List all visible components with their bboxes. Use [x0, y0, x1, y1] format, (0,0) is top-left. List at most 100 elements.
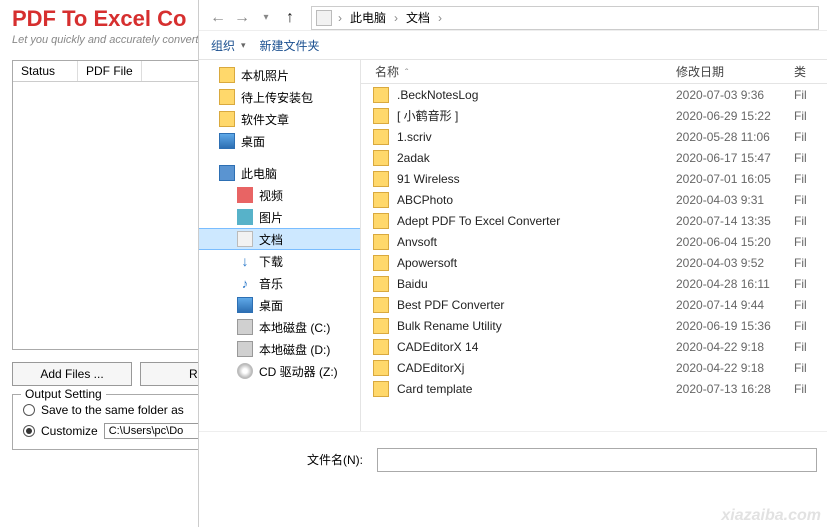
organize-button[interactable]: 组织 — [211, 37, 246, 54]
folder-icon — [373, 87, 389, 103]
breadcrumb-item-docs[interactable]: 文档 — [404, 9, 432, 26]
file-date: 2020-07-03 9:36 — [676, 88, 794, 102]
file-row[interactable]: Best PDF Converter2020-07-14 9:44Fil — [361, 294, 827, 315]
pc-icon — [219, 165, 235, 181]
file-date: 2020-04-28 16:11 — [676, 277, 794, 291]
file-row[interactable]: Apowersoft2020-04-03 9:52Fil — [361, 252, 827, 273]
nav-up-button[interactable]: ↑ — [279, 7, 301, 29]
col-header-type[interactable]: 类 — [794, 63, 827, 80]
file-name: CADEditorX 14 — [397, 340, 676, 354]
tree-item-label: 下载 — [259, 253, 283, 270]
file-row[interactable]: Bulk Rename Utility2020-06-19 15:36Fil — [361, 315, 827, 336]
folder-icon — [373, 234, 389, 250]
file-name: 1.scriv — [397, 130, 676, 144]
nav-recent-button[interactable]: ▾ — [255, 7, 277, 29]
breadcrumb-item-pc[interactable]: 此电脑 — [348, 9, 388, 26]
download-icon: ↓ — [237, 253, 253, 269]
file-type: Fil — [794, 151, 807, 165]
folder-icon — [373, 108, 389, 124]
file-row[interactable]: ABCPhoto2020-04-03 9:31Fil — [361, 189, 827, 210]
tree-item-label: CD 驱动器 (Z:) — [259, 363, 338, 380]
file-name: ABCPhoto — [397, 193, 676, 207]
disk-icon — [237, 341, 253, 357]
file-row[interactable]: Anvsoft2020-06-04 15:20Fil — [361, 231, 827, 252]
file-date: 2020-06-19 15:36 — [676, 319, 794, 333]
tree-item[interactable]: CD 驱动器 (Z:) — [199, 360, 360, 382]
file-date: 2020-06-29 15:22 — [676, 109, 794, 123]
tree-item-label: 音乐 — [259, 275, 283, 292]
tree-item[interactable]: 桌面 — [199, 130, 360, 152]
tree-item[interactable]: ↓ 下载 — [199, 250, 360, 272]
file-type: Fil — [794, 193, 807, 207]
tree-item[interactable]: 文档 — [199, 228, 360, 250]
folder-icon — [373, 381, 389, 397]
filename-label: 文件名(N): — [209, 451, 369, 468]
file-date: 2020-04-22 9:18 — [676, 340, 794, 354]
file-type: Fil — [794, 172, 807, 186]
tree-item[interactable]: 软件文章 — [199, 108, 360, 130]
chevron-right-icon[interactable]: › — [390, 11, 402, 25]
tree-item[interactable]: 视频 — [199, 184, 360, 206]
tree-item[interactable]: 图片 — [199, 206, 360, 228]
file-row[interactable]: [ 小鹤音形 ]2020-06-29 15:22Fil — [361, 105, 827, 126]
col-header-date[interactable]: 修改日期 — [676, 63, 794, 80]
file-name: Adept PDF To Excel Converter — [397, 214, 676, 228]
nav-back-button[interactable]: ← — [207, 7, 229, 29]
chevron-right-icon[interactable]: › — [334, 11, 346, 25]
file-row[interactable]: CADEditorX 142020-04-22 9:18Fil — [361, 336, 827, 357]
tree-item-label: 本机照片 — [241, 67, 289, 84]
file-row[interactable]: 1.scriv2020-05-28 11:06Fil — [361, 126, 827, 147]
radio-customize[interactable] — [23, 425, 35, 437]
customize-path-input[interactable] — [104, 423, 199, 439]
tree-item[interactable]: 本机照片 — [199, 64, 360, 86]
file-name: Apowersoft — [397, 256, 676, 270]
file-name: Card template — [397, 382, 676, 396]
filename-input[interactable] — [377, 448, 817, 472]
col-header-name[interactable]: 名称 — [361, 63, 676, 80]
col-status[interactable]: Status — [13, 61, 78, 81]
tree-item[interactable]: 待上传安装包 — [199, 86, 360, 108]
file-table: Status PDF File — [12, 60, 212, 350]
file-type: Fil — [794, 298, 807, 312]
folder-icon — [373, 192, 389, 208]
file-row[interactable]: CADEditorXj2020-04-22 9:18Fil — [361, 357, 827, 378]
add-files-button[interactable]: Add Files ... — [12, 362, 132, 386]
file-date: 2020-05-28 11:06 — [676, 130, 794, 144]
tree-item-label: 软件文章 — [241, 111, 289, 128]
radio-customize-label: Customize — [41, 424, 98, 438]
radio-save-same-label: Save to the same folder as — [41, 403, 184, 417]
file-rows[interactable]: .BeckNotesLog2020-07-03 9:36Fil[ 小鹤音形 ]2… — [361, 84, 827, 431]
sidebar-tree[interactable]: 本机照片待上传安装包软件文章桌面此电脑视频图片文档↓下载♪音乐桌面本地磁盘 (C… — [199, 60, 361, 431]
folder-icon — [373, 213, 389, 229]
tree-item[interactable]: 桌面 — [199, 294, 360, 316]
arrow-right-icon: → — [234, 9, 250, 27]
file-type: Fil — [794, 340, 807, 354]
radio-save-same[interactable] — [23, 404, 35, 416]
tree-item[interactable]: 本地磁盘 (D:) — [199, 338, 360, 360]
tree-item[interactable]: ♪音乐 — [199, 272, 360, 294]
tree-item[interactable]: 此电脑 — [199, 162, 360, 184]
images-icon — [237, 209, 253, 225]
tree-item-label: 本地磁盘 (D:) — [259, 341, 330, 358]
new-folder-button[interactable]: 新建文件夹 — [260, 37, 320, 54]
file-date: 2020-07-01 16:05 — [676, 172, 794, 186]
tree-item[interactable]: 本地磁盘 (C:) — [199, 316, 360, 338]
file-name: 91 Wireless — [397, 172, 676, 186]
file-name: Anvsoft — [397, 235, 676, 249]
file-row[interactable]: 2adak2020-06-17 15:47Fil — [361, 147, 827, 168]
file-date: 2020-07-14 9:44 — [676, 298, 794, 312]
tree-item-label: 此电脑 — [241, 165, 277, 182]
breadcrumb[interactable]: › 此电脑 › 文档 › — [311, 6, 819, 30]
file-row[interactable]: .BeckNotesLog2020-07-03 9:36Fil — [361, 84, 827, 105]
file-name: Baidu — [397, 277, 676, 291]
col-pdf-file[interactable]: PDF File — [78, 61, 142, 81]
output-legend: Output Setting — [21, 387, 106, 401]
tree-item-label: 图片 — [259, 209, 283, 226]
file-row[interactable]: 91 Wireless2020-07-01 16:05Fil — [361, 168, 827, 189]
chevron-right-icon[interactable]: › — [434, 11, 446, 25]
file-row[interactable]: Card template2020-07-13 16:28Fil — [361, 378, 827, 399]
file-name: [ 小鹤音形 ] — [397, 107, 676, 124]
file-row[interactable]: Baidu2020-04-28 16:11Fil — [361, 273, 827, 294]
file-row[interactable]: Adept PDF To Excel Converter2020-07-14 1… — [361, 210, 827, 231]
file-name: Bulk Rename Utility — [397, 319, 676, 333]
